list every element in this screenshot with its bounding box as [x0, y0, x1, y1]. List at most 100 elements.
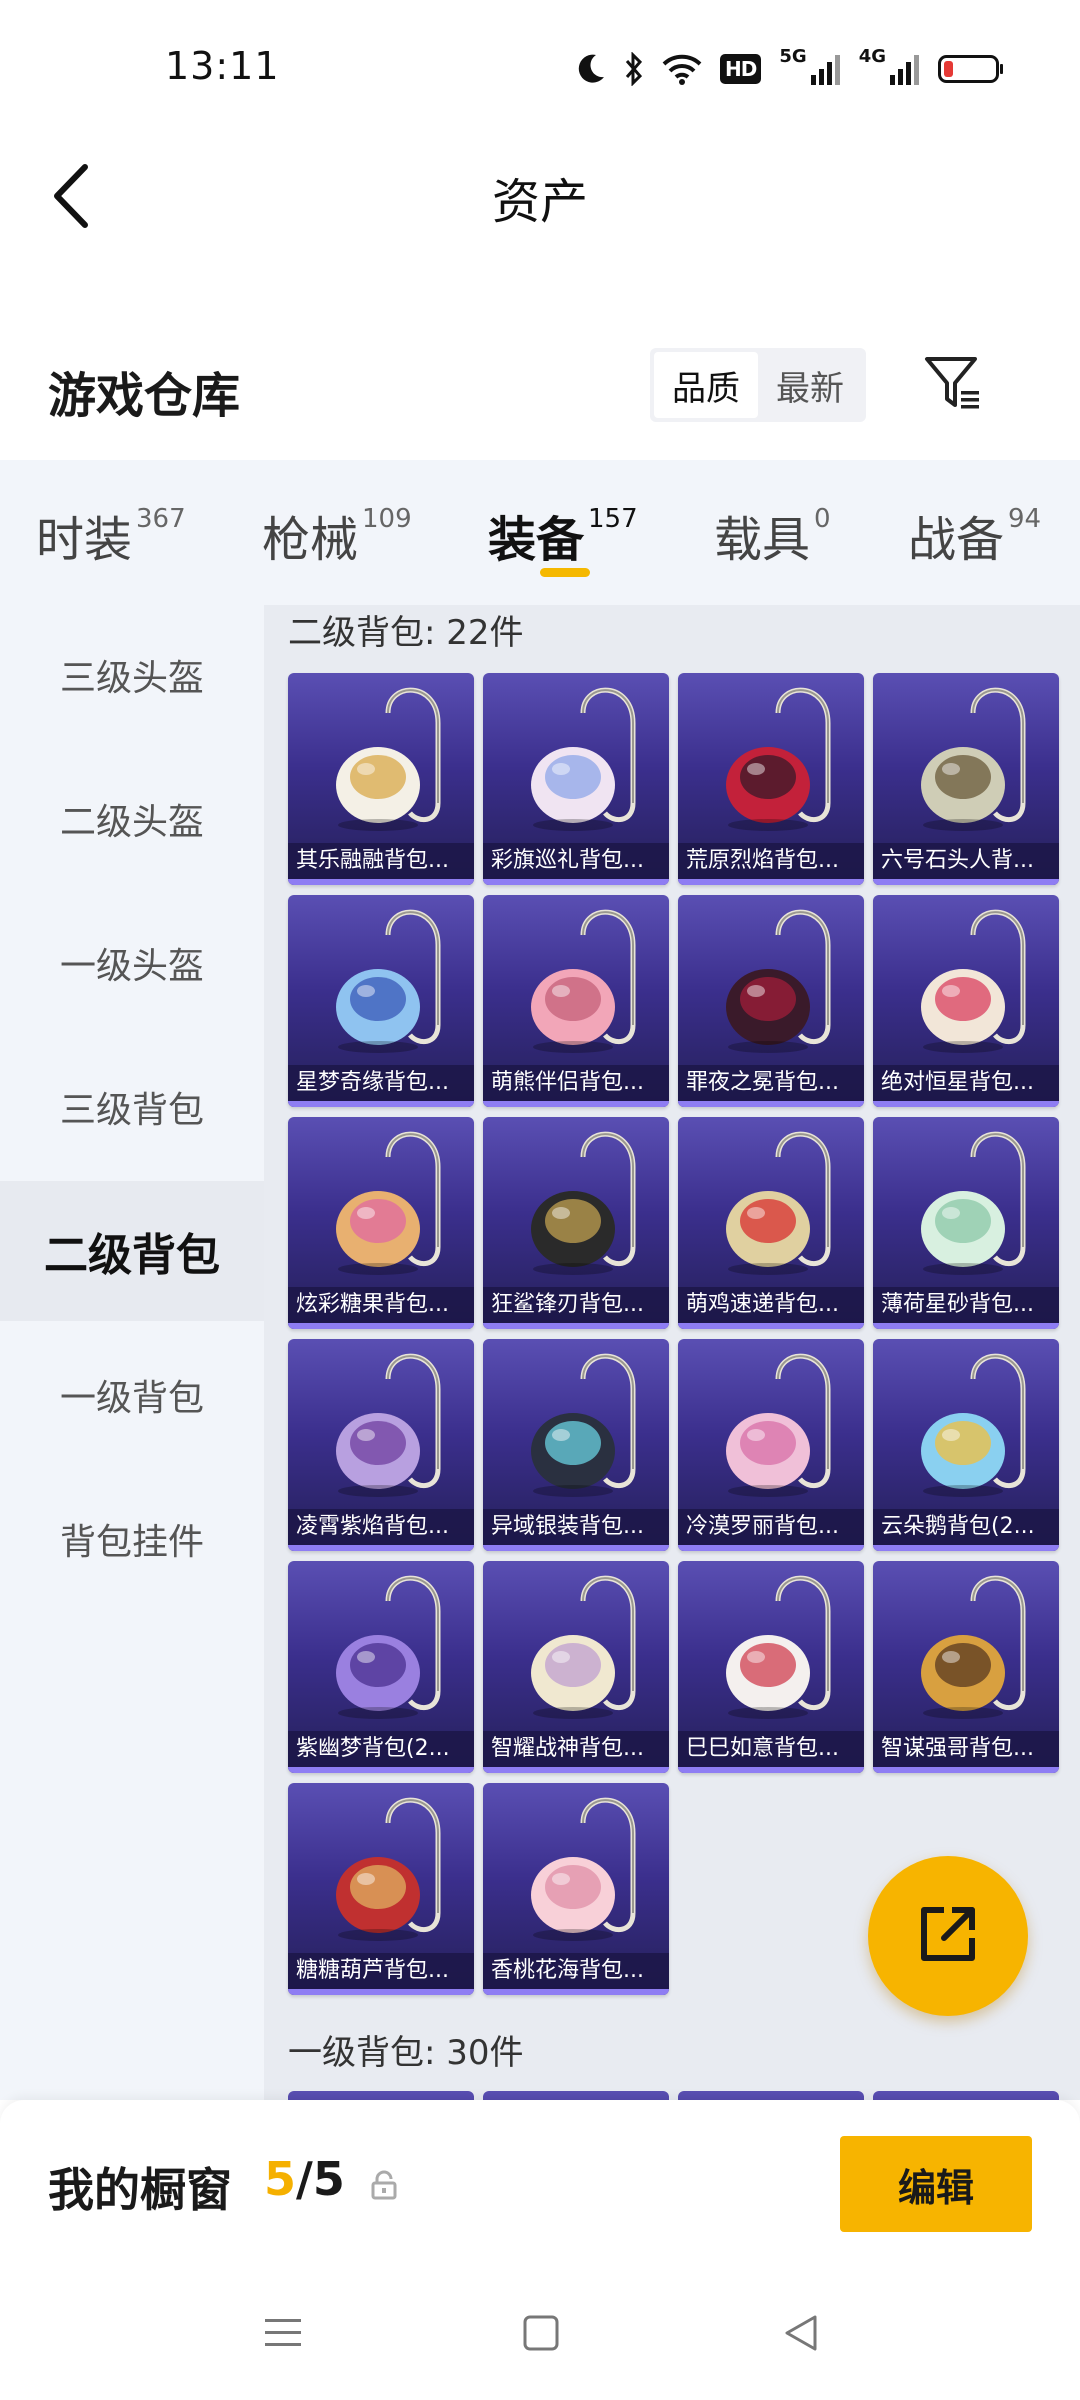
tab-count: 109 [362, 504, 412, 534]
item-card[interactable]: 紫幽梦背包(2... [288, 1561, 474, 1773]
hd-voice-badge: HD [720, 54, 762, 84]
status-time: 13:11 [165, 44, 280, 88]
item-card-label: 巳巳如意背包... [678, 1731, 864, 1767]
backpack-image [483, 1783, 669, 1953]
item-card[interactable]: 薄荷星砂背包... [873, 1117, 1059, 1329]
tab-count: 367 [136, 504, 186, 534]
item-card-label: 薄荷星砂背包... [873, 1287, 1059, 1323]
sidebar-item-backpack-charm[interactable]: 背包挂件 [0, 1469, 264, 1609]
group-title: 二级背包: 22件 [288, 613, 524, 653]
item-card-label: 紫幽梦背包(2... [288, 1731, 474, 1767]
item-card-label: 其乐融融背包... [288, 843, 474, 879]
backpack-image [873, 1117, 1059, 1287]
tab-label: 载具 [714, 512, 811, 568]
backpack-image [678, 673, 864, 843]
item-card-label: 凌霄紫焰背包... [288, 1509, 474, 1545]
showcase-title: 我的橱窗 [48, 2163, 232, 2217]
backpack-image [288, 673, 474, 843]
tab-count: 157 [588, 504, 638, 534]
item-card[interactable]: 智耀战神背包... [483, 1561, 669, 1773]
backpack-image [873, 1339, 1059, 1509]
edit-button[interactable]: 编辑 [840, 2136, 1032, 2232]
item-card-label: 智谋强哥背包... [873, 1731, 1059, 1767]
item-card[interactable]: 巳巳如意背包... [678, 1561, 864, 1773]
item-card[interactable]: 其乐融融背包... [288, 673, 474, 885]
item-card-label: 智耀战神背包... [483, 1731, 669, 1767]
item-card[interactable]: 异域银装背包... [483, 1339, 669, 1551]
item-card-label: 绝对恒星背包... [873, 1065, 1059, 1101]
backpack-image [873, 895, 1059, 1065]
item-card[interactable]: 智谋强哥背包... [873, 1561, 1059, 1773]
item-card[interactable]: 荒原烈焰背包... [678, 673, 864, 885]
sidebar-item-level3-backpack[interactable]: 三级背包 [0, 1037, 264, 1177]
backpack-image [288, 1783, 474, 1953]
nav-home-button[interactable] [516, 2310, 566, 2360]
nav-menu-button[interactable] [258, 2310, 308, 2360]
item-card[interactable]: 凌霄紫焰背包... [288, 1339, 474, 1551]
item-card-label: 异域银装背包... [483, 1509, 669, 1545]
sort-option-newest[interactable]: 最新 [758, 352, 862, 418]
title-bar: 资产 [0, 132, 1080, 262]
battery-icon [938, 54, 1004, 84]
item-card[interactable]: 云朵鹅背包(2... [873, 1339, 1059, 1551]
page-title: 资产 [491, 174, 588, 230]
bluetooth-icon [624, 52, 644, 86]
item-card[interactable] [288, 2091, 474, 2100]
tab-fashion[interactable]: 时装 367 [36, 500, 186, 570]
wifi-icon [662, 53, 702, 85]
sidebar-item-level1-helmet[interactable]: 一级头盔 [0, 893, 264, 1033]
tab-firearms[interactable]: 枪械 109 [262, 500, 412, 570]
tab-equipment[interactable]: 装备 157 [488, 500, 638, 570]
item-card[interactable]: 绝对恒星背包... [873, 895, 1059, 1107]
item-card[interactable]: 萌鸡速递背包... [678, 1117, 864, 1329]
item-card[interactable]: 罪夜之冕背包... [678, 895, 864, 1107]
item-card[interactable]: 六号石头人背... [873, 673, 1059, 885]
item-card[interactable]: 星梦奇缘背包... [288, 895, 474, 1107]
sort-option-quality[interactable]: 品质 [654, 352, 758, 418]
item-card[interactable] [873, 2091, 1059, 2100]
item-card[interactable]: 炫彩糖果背包... [288, 1117, 474, 1329]
item-card-label: 狂鲨锋刃背包... [483, 1287, 669, 1323]
item-card[interactable]: 冷漠罗丽背包... [678, 1339, 864, 1551]
back-triangle-icon [781, 2313, 821, 2357]
filter-button[interactable] [918, 350, 988, 420]
share-button[interactable] [868, 1856, 1028, 2016]
item-card-label: 香桃花海背包... [483, 1953, 669, 1989]
item-card[interactable]: 萌熊伴侣背包... [483, 895, 669, 1107]
sidebar-item-level2-helmet[interactable]: 二级头盔 [0, 749, 264, 889]
sidebar-item-level1-backpack[interactable]: 一级背包 [0, 1325, 264, 1465]
warehouse-header: 游戏仓库 品质 最新 [0, 330, 1080, 460]
item-card-label: 云朵鹅背包(2... [873, 1509, 1059, 1545]
tab-vehicles[interactable]: 载具 0 [714, 500, 831, 570]
item-card-label: 荒原烈焰背包... [678, 843, 864, 879]
backpack-image [483, 1339, 669, 1509]
nav-back-button[interactable] [776, 2310, 826, 2360]
showcase-separator: / [296, 2152, 313, 2206]
item-card-label: 萌鸡速递背包... [678, 1287, 864, 1323]
backpack-image [288, 895, 474, 1065]
item-card[interactable]: 糖糖葫芦背包... [288, 1783, 474, 1995]
backpack-image [483, 1117, 669, 1287]
item-card[interactable] [678, 2091, 864, 2100]
tab-combat-gear[interactable]: 战备 94 [908, 500, 1041, 570]
backpack-image [288, 1339, 474, 1509]
item-card-label: 罪夜之冕背包... [678, 1065, 864, 1101]
item-card[interactable]: 香桃花海背包... [483, 1783, 669, 1995]
tab-label: 装备 [488, 512, 585, 568]
warehouse-title: 游戏仓库 [48, 368, 241, 424]
backpack-image [678, 1561, 864, 1731]
item-card[interactable] [483, 2091, 669, 2100]
sidebar-item-level3-helmet[interactable]: 三级头盔 [0, 605, 264, 745]
tab-label: 时装 [36, 512, 133, 568]
item-card-label: 萌熊伴侣背包... [483, 1065, 669, 1101]
backpack-image [873, 673, 1059, 843]
sidebar-item-level2-backpack[interactable]: 二级背包 [0, 1181, 264, 1321]
item-card[interactable]: 彩旗巡礼背包... [483, 673, 669, 885]
backpack-image [288, 1561, 474, 1731]
item-card[interactable]: 狂鲨锋刃背包... [483, 1117, 669, 1329]
backpack-image [483, 895, 669, 1065]
item-card-label: 彩旗巡礼背包... [483, 843, 669, 879]
item-card-label: 糖糖葫芦背包... [288, 1953, 474, 1989]
backpack-image [483, 673, 669, 843]
tab-label: 战备 [908, 512, 1005, 568]
